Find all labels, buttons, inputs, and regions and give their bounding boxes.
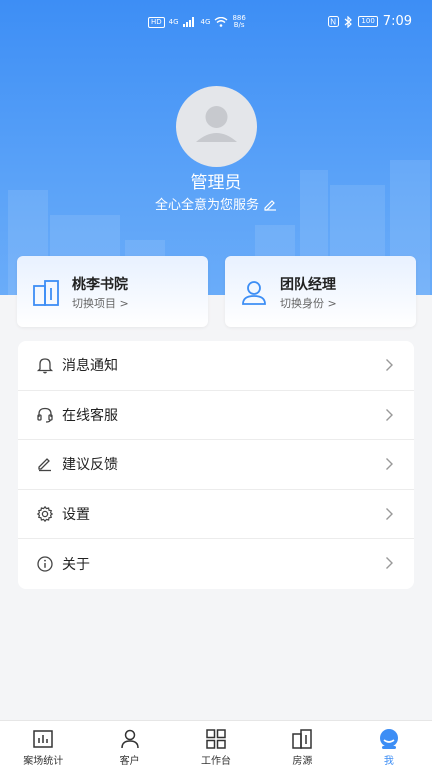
status-left: HD 4G 4G 886 B/s [148,15,246,29]
nfc-icon: N [328,16,340,27]
profile-face-icon [379,729,398,749]
speed-unit: B/s [233,21,245,29]
menu-label: 消息通知 [62,358,118,375]
network-speed: 886 B/s [232,15,245,29]
bottom-tab-bar: 案场统计 客户 工作台 房源 我 [0,720,432,768]
menu-item-settings[interactable]: 设置 [18,490,414,540]
motto-text: 全心全意为您服务 [154,198,259,213]
profile-header: HD 4G 4G 886 B/s N 100 7:09 管理员 全心全意为您服务 [0,0,432,295]
switch-role-card[interactable]: 团队经理 切换身份 > [225,256,416,327]
person-icon [242,281,266,305]
wifi-icon [214,17,228,27]
user-placeholder-icon [196,106,237,142]
battery-indicator: 100 [358,16,378,27]
user-name: 管理员 [190,173,242,193]
chevron-right-icon [386,557,393,570]
user-icon [120,729,139,749]
menu-label: 建议反馈 [62,457,118,474]
menu-item-feedback[interactable]: 建议反馈 [18,440,414,490]
role-name: 团队经理 [280,277,336,293]
chevron-right-icon [386,458,393,471]
project-name: 桃李书院 [72,277,128,293]
signal-4g-label: 4G [200,18,211,26]
menu-label: 设置 [62,507,90,524]
building-icon [292,729,313,749]
tab-me[interactable]: 我 [346,721,432,768]
switch-role-link[interactable]: 切换身份 > [280,295,337,311]
signal-4g-label: 4G [168,18,179,26]
tab-label: 案场统计 [23,756,64,767]
status-bar: HD 4G 4G 886 B/s N 100 7:09 [0,0,432,44]
menu-item-customer-service[interactable]: 在线客服 [18,391,414,441]
info-icon [36,555,54,573]
tab-listings[interactable]: 房源 [259,721,345,768]
tab-label: 房源 [292,756,313,767]
bell-icon [36,356,54,374]
tab-label: 客户 [119,756,140,767]
switch-project-card[interactable]: 桃李书院 切换项目 > [17,256,208,327]
tab-workbench[interactable]: 工作台 [173,721,259,768]
gear-icon [36,505,54,523]
switch-project-link[interactable]: 切换项目 > [72,295,129,311]
hd-badge: HD [148,16,165,28]
avatar[interactable] [176,86,257,167]
headset-icon [36,406,54,424]
tab-label: 我 [383,756,394,767]
menu-item-notifications[interactable]: 消息通知 [18,341,414,391]
chevron-right-icon [386,408,393,421]
chevron-right-icon [386,507,393,520]
menu-label: 关于 [62,557,90,574]
tab-label: 工作台 [201,756,232,767]
grid-icon [206,729,226,749]
chevron-right-icon [386,359,393,371]
settings-menu: 消息通知 在线客服 建议反馈 设置 关于 [18,341,414,589]
svg-text:N: N [331,18,337,27]
building-icon [33,280,59,306]
tab-customers[interactable]: 客户 [86,721,172,768]
menu-item-about[interactable]: 关于 [18,539,414,589]
tab-statistics[interactable]: 案场统计 [0,721,86,768]
bluetooth-icon [345,15,353,28]
clock: 7:09 [382,14,412,29]
bar-chart-icon [33,730,53,748]
menu-label: 在线客服 [62,407,118,424]
signal-icon [182,17,194,27]
user-motto[interactable]: 全心全意为您服务 [0,194,432,213]
status-right: N 100 7:09 [328,14,412,29]
pencil-icon [36,455,54,473]
edit-icon[interactable] [263,197,277,211]
